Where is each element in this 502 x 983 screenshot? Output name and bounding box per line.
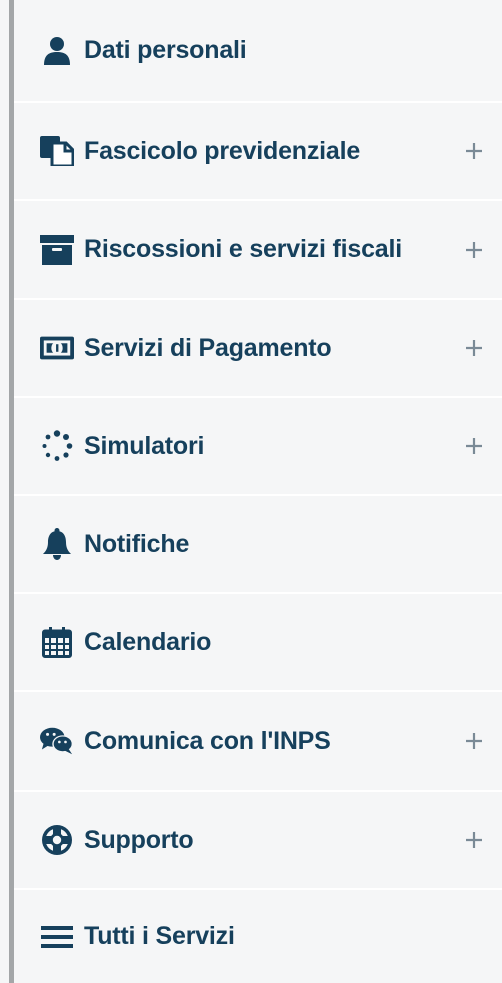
money-bill-icon (40, 331, 74, 365)
side-menu: Dati personali Fascicolo previdenziale R… (0, 0, 502, 983)
menu-item-label: Riscossioni e servizi fiscali (84, 235, 402, 263)
plus-icon[interactable] (464, 141, 484, 161)
menu-item-label: Servizi di Pagamento (84, 333, 332, 362)
plus-icon[interactable] (464, 240, 484, 260)
menu-item-calendario[interactable]: Calendario (14, 594, 502, 692)
archive-icon (40, 233, 74, 267)
menu-item-label: Supporto (84, 825, 194, 854)
user-icon (40, 34, 74, 68)
menu-item-riscossioni-servizi-fiscali[interactable]: Riscossioni e servizi fiscali (14, 201, 502, 300)
chat-bubbles-icon (40, 724, 74, 758)
menu-item-simulatori[interactable]: Simulatori (14, 398, 502, 496)
menu-item-label: Tutti i Servizi (84, 922, 235, 950)
menu-item-label: Calendario (84, 627, 212, 656)
plus-icon[interactable] (464, 338, 484, 358)
calendar-icon (40, 625, 74, 659)
menu-item-label: Notifiche (84, 529, 190, 558)
menu-item-servizi-di-pagamento[interactable]: Servizi di Pagamento (14, 300, 502, 398)
spinner-icon (40, 429, 74, 463)
menu-item-notifiche[interactable]: Notifiche (14, 496, 502, 594)
plus-icon[interactable] (464, 731, 484, 751)
menu-item-tutti-i-servizi[interactable]: Tutti i Servizi (14, 890, 502, 983)
menu-item-dati-personali[interactable]: Dati personali (14, 0, 502, 103)
menu-item-label: Dati personali (84, 36, 247, 64)
menu-bars-icon (40, 920, 74, 954)
life-ring-icon (40, 823, 74, 857)
menu-item-comunica-con-inps[interactable]: Comunica con l'INPS (14, 692, 502, 792)
menu-item-supporto[interactable]: Supporto (14, 792, 502, 890)
folder-document-icon (40, 134, 74, 168)
plus-icon[interactable] (464, 830, 484, 850)
menu-item-label: Fascicolo previdenziale (84, 136, 361, 165)
plus-icon[interactable] (464, 436, 484, 456)
menu-item-label: Simulatori (84, 431, 205, 460)
bell-icon (40, 527, 74, 561)
menu-item-fascicolo-previdenziale[interactable]: Fascicolo previdenziale (14, 103, 502, 201)
menu-item-label: Comunica con l'INPS (84, 726, 331, 755)
